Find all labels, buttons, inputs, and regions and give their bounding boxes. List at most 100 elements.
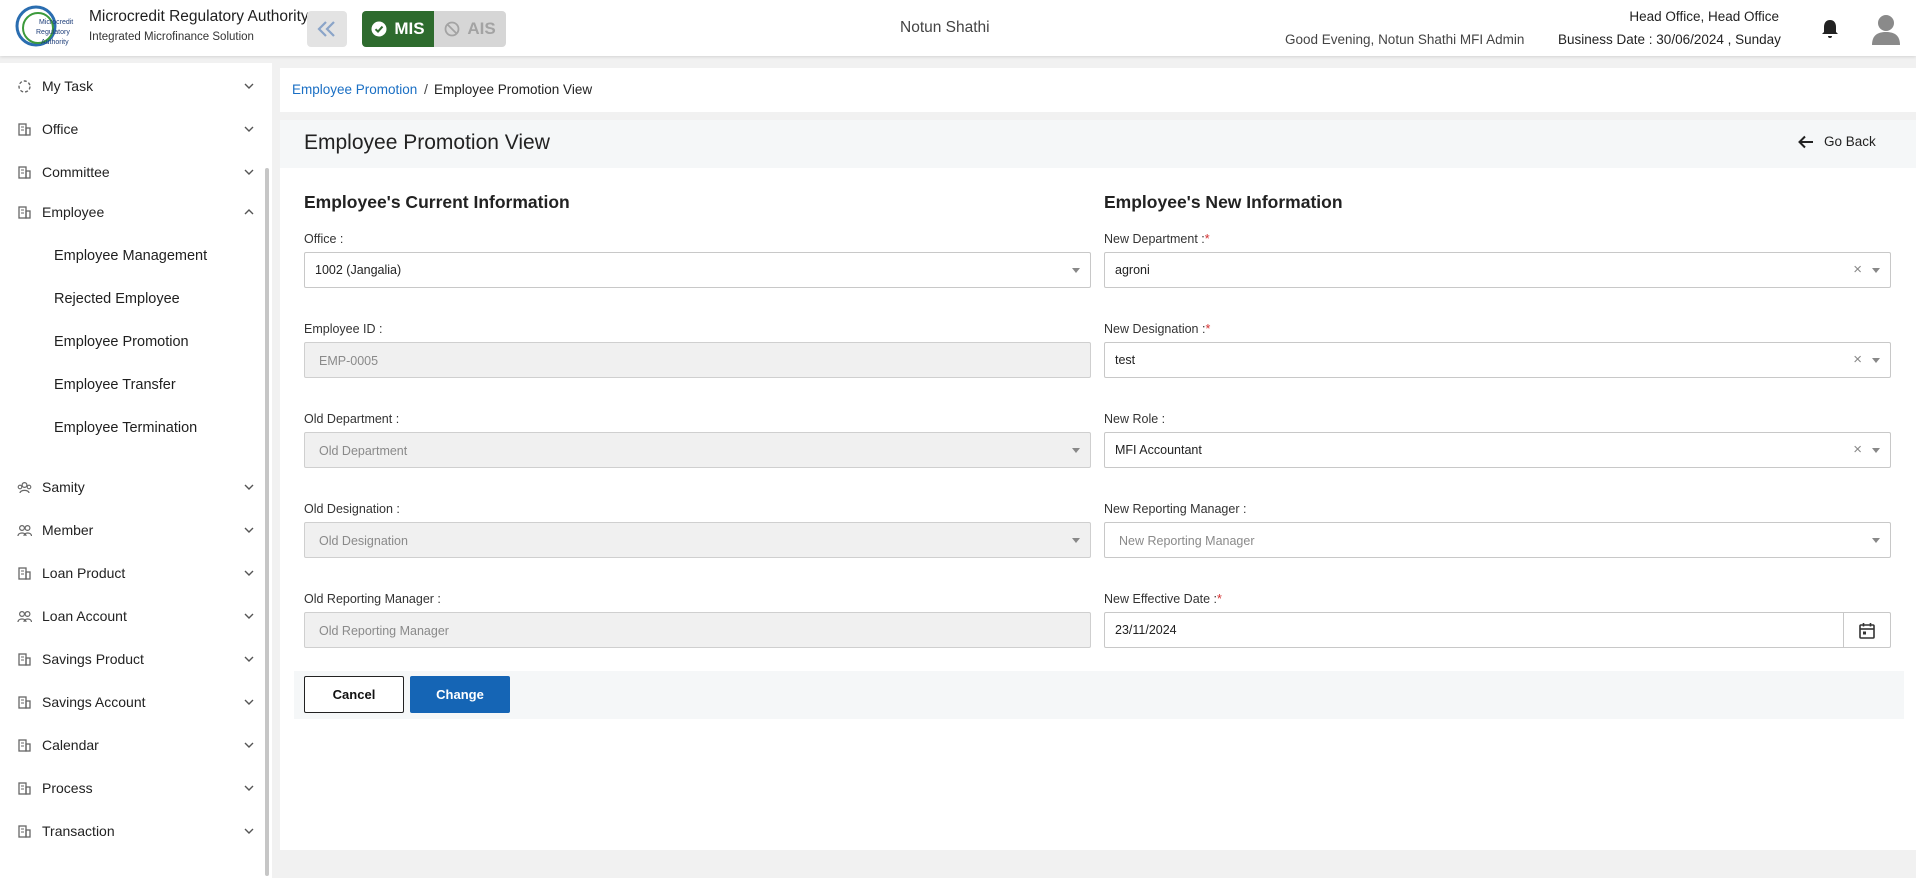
sidebar-item-label: Savings Product [42,651,144,667]
change-button[interactable]: Change [410,676,510,713]
double-chevron-left-icon [317,21,335,37]
dropdown-caret-icon [1872,538,1880,543]
chevron-down-icon [244,656,254,662]
chevron-down-icon [244,484,254,490]
sidebar-item-label: My Task [42,78,94,94]
sidebar-item-loan-product[interactable]: Loan Product [0,555,260,591]
new-designation-value: test [1115,353,1136,367]
building-icon [18,567,31,580]
clear-icon[interactable]: × [1853,351,1862,368]
required-mark: * [1217,592,1222,606]
sidebar-item-samity[interactable]: Samity [0,469,260,505]
dropdown-caret-icon [1872,268,1880,273]
sidebar-subitem-rejected-employee[interactable]: Rejected Employee [54,291,180,307]
sidebar-subitem-employee-transfer[interactable]: Employee Transfer [54,377,176,393]
sidebar-item-calendar[interactable]: Calendar [0,727,260,763]
required-mark: * [1204,232,1210,246]
chevron-down-icon [244,169,254,175]
top-header: Microcredit Regulatory Authority Microcr… [0,0,1916,56]
new-manager-placeholder: New Reporting Manager [1119,534,1255,548]
chevron-down-icon [244,126,254,132]
clear-icon[interactable]: × [1853,261,1862,278]
office-select[interactable]: 1002 (Jangalia) [304,252,1091,288]
new-role-value: MFI Accountant [1115,443,1202,457]
sidebar-subitem-employee-management[interactable]: Employee Management [54,248,207,264]
calendar-icon[interactable] [1858,622,1876,640]
chevron-down-icon [244,613,254,619]
new-role-select[interactable]: MFI Accountant × [1104,432,1891,468]
breadcrumb-current: Employee Promotion View [434,82,593,97]
sidebar-item-my-task[interactable]: My Task [0,68,260,104]
new-designation-select[interactable]: test × [1104,342,1891,378]
new-department-label: New Department :* [1104,232,1210,246]
sidebar-subitem-employee-promotion[interactable]: Employee Promotion [54,334,189,350]
main-card: Employee Promotion View Go Back Employee… [280,120,1916,850]
building-icon [18,653,31,666]
dropdown-caret-icon [1072,268,1080,273]
building-icon [18,206,31,219]
clear-icon[interactable]: × [1853,441,1862,458]
group-icon [17,481,32,494]
sidebar-item-office[interactable]: Office [0,111,260,147]
breadcrumb-link-employee-promotion[interactable]: Employee Promotion [292,82,417,97]
chevron-down-icon [244,699,254,705]
dropdown-caret-icon [1072,448,1080,453]
current-info-title: Employee's Current Information [304,192,570,212]
sidebar-item-label: Calendar [42,737,99,753]
sidebar-item-member[interactable]: Member [0,512,260,548]
user-avatar-icon[interactable] [1871,13,1901,45]
employee-id-value: EMP-0005 [319,354,379,368]
task-icon [18,80,31,93]
mis-mode-button[interactable]: MIS [362,11,434,47]
new-department-select[interactable]: agroni × [1104,252,1891,288]
collapse-sidebar-button[interactable] [307,11,347,47]
building-icon [18,696,31,709]
employee-id-label: Employee ID : [304,322,383,336]
brand-subtitle: Integrated Microfinance Solution [89,31,254,43]
employee-id-field: EMP-0005 [304,342,1091,378]
effective-date-input[interactable]: 23/11/2024 [1104,612,1891,648]
sidebar-item-employee[interactable]: Employee [0,194,260,230]
form-actions: Cancel Change [294,671,1904,719]
bell-icon[interactable] [1821,19,1839,39]
ais-mode-button[interactable]: AIS [434,11,506,47]
new-info-title: Employee's New Information [1104,192,1343,212]
building-icon [18,166,31,179]
check-circle-icon [371,21,387,37]
arrow-left-icon [1798,135,1813,148]
sidebar-item-label: Savings Account [42,694,146,710]
sidebar-item-loan-account[interactable]: Loan Account [0,598,260,634]
new-manager-select[interactable]: New Reporting Manager [1104,522,1891,558]
sidebar-item-label: Transaction [42,823,115,839]
greeting-text: Good Evening, Notun Shathi MFI Admin [1285,32,1525,47]
old-designation-placeholder: Old Designation [319,534,408,548]
new-department-value: agroni [1115,263,1150,277]
block-icon [444,21,460,37]
sidebar-item-committee[interactable]: Committee [0,154,260,190]
sidebar-item-transaction[interactable]: Transaction [0,813,260,849]
brand-title: Microcredit Regulatory Authority [89,8,309,25]
sidebar-item-savings-product[interactable]: Savings Product [0,641,260,677]
sidebar-item-label: Samity [42,479,85,495]
cancel-button[interactable]: Cancel [304,676,404,713]
go-back-button[interactable]: Go Back [1798,134,1876,149]
sidebar-item-label: Employee [42,204,105,220]
old-manager-label: Old Reporting Manager : [304,592,441,606]
svg-text:Microcredit: Microcredit [39,19,73,26]
chevron-down-icon [244,570,254,576]
svg-text:Regulatory: Regulatory [36,29,70,36]
sidebar-scrollbar[interactable] [265,168,269,876]
new-manager-label: New Reporting Manager : [1104,502,1247,516]
sidebar-item-savings-account[interactable]: Savings Account [0,684,260,720]
dropdown-caret-icon [1872,448,1880,453]
chevron-up-icon [244,209,254,215]
sidebar-item-label: Loan Product [42,565,126,581]
sidebar-item-process[interactable]: Process [0,770,260,806]
mis-label: MIS [394,19,425,38]
old-department-select: Old Department [304,432,1091,468]
chevron-down-icon [244,527,254,533]
sidebar-subitem-employee-termination[interactable]: Employee Termination [54,420,197,436]
old-manager-placeholder: Old Reporting Manager [319,624,449,638]
old-department-label: Old Department : [304,412,400,426]
office-text: Head Office, Head Office [1629,9,1779,24]
